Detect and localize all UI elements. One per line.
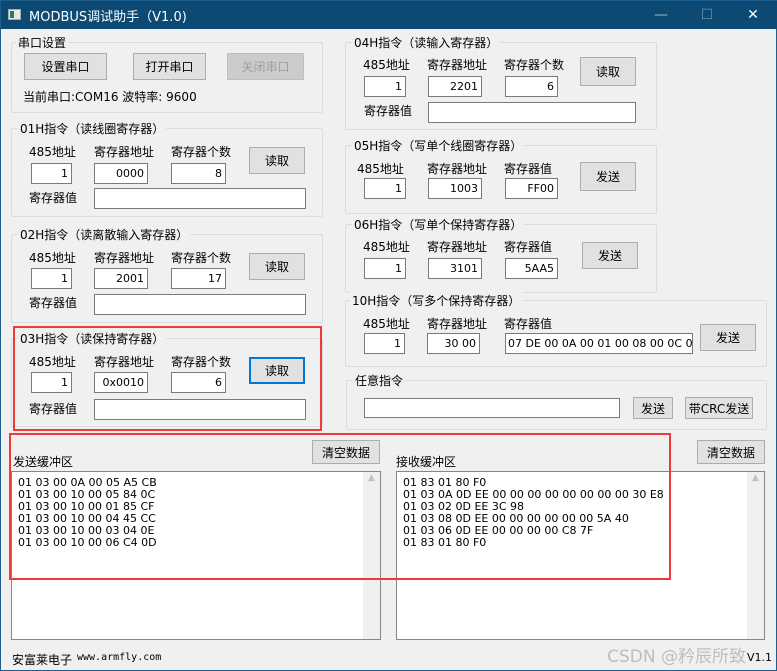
minimize-button[interactable]: — xyxy=(638,1,684,29)
port-status: 当前串口:COM16 波特率: 9600 xyxy=(23,90,197,104)
reg-addr-input[interactable]: 3101 xyxy=(428,258,482,279)
addr485-input[interactable]: 1 xyxy=(364,333,405,354)
reg-count-label: 寄存器个数 xyxy=(171,355,232,369)
buffer-line: 01 83 01 80 F0 xyxy=(403,536,487,549)
scrollbar[interactable]: ▲ xyxy=(747,472,764,639)
reg-value-input[interactable]: FF00 xyxy=(505,178,558,199)
reg-addr-label: 寄存器地址 xyxy=(427,162,488,176)
send-button[interactable]: 发送 xyxy=(582,242,638,269)
addr485-label: 485地址 xyxy=(29,355,76,369)
reg-addr-input[interactable]: 0000 xyxy=(94,163,148,184)
addr485-label: 485地址 xyxy=(29,145,76,159)
main-window: MODBUS调试助手（V1.0) — ☐ ✕ 串口设置 设置串口 打开串口 关闭… xyxy=(0,0,777,671)
reg-count-input[interactable]: 8 xyxy=(171,163,226,184)
scrollbar[interactable]: ▲ xyxy=(363,472,380,639)
group-caption: 串口设置 xyxy=(16,34,69,51)
group-caption: 01H指令（读线圈寄存器） xyxy=(18,120,167,137)
buffer-line: 01 03 00 10 00 06 C4 0D xyxy=(18,536,157,549)
reg-value-label: 寄存器值 xyxy=(364,104,413,118)
reg-value-label: 寄存器值 xyxy=(29,191,78,205)
company-url: www.armfly.com xyxy=(77,652,162,663)
group-caption: 任意指令 xyxy=(353,372,406,389)
clear-send-button[interactable]: 清空数据 xyxy=(312,440,380,464)
read-button[interactable]: 读取 xyxy=(249,253,305,280)
read-button[interactable]: 读取 xyxy=(249,357,305,384)
addr485-input[interactable]: 1 xyxy=(31,163,72,184)
reg-count-input[interactable]: 6 xyxy=(505,76,558,97)
reg-count-label: 寄存器个数 xyxy=(504,58,565,72)
addr485-label: 485地址 xyxy=(357,162,404,176)
reg-value-label: 寄存器值 xyxy=(504,317,553,331)
title-bar: MODBUS调试助手（V1.0) — ☐ ✕ xyxy=(1,1,777,29)
close-button[interactable]: ✕ xyxy=(730,1,776,29)
addr485-label: 485地址 xyxy=(363,58,410,72)
reg-addr-label: 寄存器地址 xyxy=(94,145,155,159)
watermark: CSDN @矜辰所致 xyxy=(607,647,746,667)
reg-addr-label: 寄存器地址 xyxy=(94,355,155,369)
clear-receive-button[interactable]: 清空数据 xyxy=(697,440,765,464)
receive-buffer-textarea[interactable]: 01 83 01 80 F0 01 03 0A 0D EE 00 00 00 00… xyxy=(396,471,765,640)
group-caption: 05H指令（写单个线圈寄存器） xyxy=(352,137,525,154)
reg-value-input[interactable] xyxy=(94,399,306,420)
reg-count-input[interactable]: 17 xyxy=(171,268,226,289)
send-button[interactable]: 发送 xyxy=(700,324,756,351)
reg-count-label: 寄存器个数 xyxy=(171,145,232,159)
group-caption: 03H指令（读保持寄存器） xyxy=(18,330,167,347)
addr485-input[interactable]: 1 xyxy=(364,258,406,279)
open-port-button[interactable]: 打开串口 xyxy=(133,53,206,80)
company-name: 安富莱电子 xyxy=(12,653,73,667)
reg-value-input[interactable]: 5AA5 xyxy=(505,258,558,279)
send-button[interactable]: 发送 xyxy=(633,397,673,419)
addr485-input[interactable]: 1 xyxy=(364,76,406,97)
send-buffer-label: 发送缓冲区 xyxy=(13,455,74,469)
addr485-label: 485地址 xyxy=(363,317,410,331)
group-caption: 04H指令（读输入寄存器） xyxy=(352,34,501,51)
send-button[interactable]: 发送 xyxy=(580,162,636,191)
read-button[interactable]: 读取 xyxy=(249,147,305,174)
setup-port-button[interactable]: 设置串口 xyxy=(24,53,107,80)
read-button[interactable]: 读取 xyxy=(580,57,636,86)
addr485-label: 485地址 xyxy=(29,251,76,265)
reg-addr-input[interactable]: 0x0010 xyxy=(94,372,148,393)
reg-value-label: 寄存器值 xyxy=(29,296,78,310)
reg-value-input[interactable] xyxy=(94,294,306,315)
receive-buffer-label: 接收缓冲区 xyxy=(396,455,457,469)
send-buffer-textarea[interactable]: 01 03 00 0A 00 05 A5 CB 01 03 00 10 00 05… xyxy=(11,471,381,640)
reg-value-input[interactable]: 07 DE 00 0A 00 01 00 08 00 0C 00 xyxy=(505,333,693,354)
addr485-input[interactable]: 1 xyxy=(31,268,72,289)
reg-addr-label: 寄存器地址 xyxy=(427,317,488,331)
reg-value-input[interactable] xyxy=(428,102,636,123)
addr485-input[interactable]: 1 xyxy=(31,372,72,393)
reg-addr-label: 寄存器地址 xyxy=(94,251,155,265)
any-command-input[interactable] xyxy=(364,398,620,418)
group-caption: 10H指令（写多个保持寄存器） xyxy=(350,292,523,309)
reg-addr-label: 寄存器地址 xyxy=(427,58,488,72)
reg-addr-input[interactable]: 2001 xyxy=(94,268,148,289)
reg-addr-label: 寄存器地址 xyxy=(427,240,488,254)
window-title: MODBUS调试助手（V1.0) xyxy=(29,10,187,25)
send-with-crc-button[interactable]: 带CRC发送 xyxy=(685,397,753,419)
maximize-button[interactable]: ☐ xyxy=(684,1,730,29)
reg-value-label: 寄存器值 xyxy=(29,402,78,416)
close-port-button[interactable]: 关闭串口 xyxy=(227,53,304,80)
addr485-input[interactable]: 1 xyxy=(364,178,406,199)
reg-addr-input[interactable]: 2201 xyxy=(428,76,482,97)
reg-count-input[interactable]: 6 xyxy=(171,372,226,393)
group-caption: 06H指令（写单个保持寄存器） xyxy=(352,216,525,233)
reg-value-label: 寄存器值 xyxy=(504,162,553,176)
group-caption: 02H指令（读离散输入寄存器） xyxy=(18,226,191,243)
reg-value-label: 寄存器值 xyxy=(504,240,553,254)
addr485-label: 485地址 xyxy=(363,240,410,254)
app-icon xyxy=(8,9,21,20)
version-label: V1.1 xyxy=(747,651,773,664)
reg-addr-input[interactable]: 30 00 xyxy=(427,333,480,354)
reg-value-input[interactable] xyxy=(94,188,306,209)
reg-addr-input[interactable]: 1003 xyxy=(428,178,482,199)
reg-count-label: 寄存器个数 xyxy=(171,251,232,265)
